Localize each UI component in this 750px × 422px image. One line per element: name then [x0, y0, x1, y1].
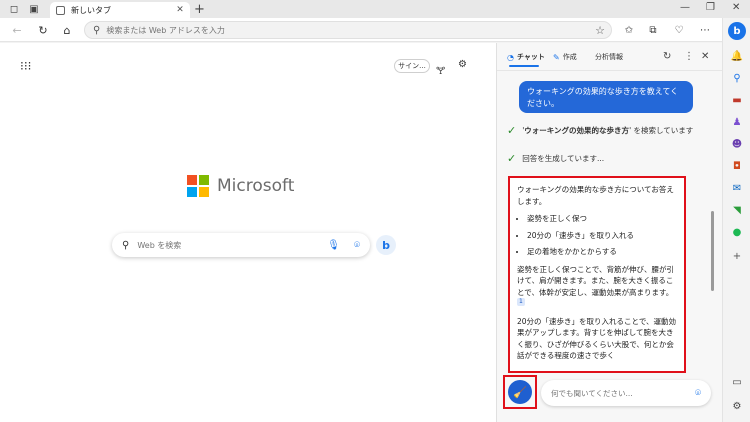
tab-new[interactable]: 新しいタブ ✕: [50, 2, 190, 18]
new-topic-highlight: 🧹: [503, 375, 537, 409]
favorite-star-icon[interactable]: ☆: [595, 24, 605, 37]
logo-text: Microsoft: [217, 176, 295, 196]
broom-icon: 🧹: [513, 385, 527, 399]
refresh-icon[interactable]: ↻: [36, 23, 50, 37]
search-status-tail: を検索しています: [633, 126, 694, 135]
address-bar[interactable]: ⚲ ☆: [84, 21, 612, 39]
sidebar-settings-icon[interactable]: ⚙: [729, 398, 745, 414]
more-menu-icon[interactable]: ⋯: [698, 23, 712, 37]
answer-card: ウォーキングの効果的な歩き方についてお答えします。 姿勢を正しく保つ 20分の「…: [508, 176, 686, 373]
tab-insights-label: 分析情報: [595, 53, 623, 61]
people-icon[interactable]: ☻: [729, 136, 745, 152]
signin-button[interactable]: サイン...: [394, 59, 430, 73]
check-icon: ✓: [507, 124, 517, 137]
address-input[interactable]: [106, 25, 596, 35]
settings-gear-icon[interactable]: ⚙: [458, 59, 467, 70]
outlook-icon[interactable]: ✉: [729, 180, 745, 196]
close-window-icon[interactable]: ✕: [732, 2, 740, 13]
visual-search-icon[interactable]: ⌾: [354, 240, 360, 251]
new-topic-button[interactable]: 🧹: [508, 380, 532, 404]
compose-icon: ✎: [553, 52, 560, 62]
prompt-input[interactable]: [551, 388, 695, 398]
answer-scrollbar[interactable]: [711, 211, 714, 291]
drop-icon[interactable]: ◥: [729, 202, 745, 218]
chat-icon: ◔: [507, 52, 514, 62]
answer-paragraph-2: 20分の「速歩き」を取り入れることで、運動効果がアップします。背すじを伸ばして腕…: [517, 316, 677, 361]
new-tab-plus-icon[interactable]: +: [194, 2, 205, 17]
answer-intro: ウォーキングの効果的な歩き方についてお答えします。: [517, 185, 674, 206]
tab-title: 新しいタブ: [71, 5, 111, 15]
web-search-input[interactable]: [137, 240, 328, 250]
list-item: 姿勢を正しく保つ: [527, 213, 677, 225]
apps-grid-icon[interactable]: ⁝⁝⁝: [20, 59, 31, 73]
tab-compose[interactable]: ✎ 作成: [553, 52, 577, 62]
refresh-chat-icon[interactable]: ↻: [663, 51, 671, 62]
tab-chat[interactable]: ◔ チャット: [507, 52, 545, 62]
check-icon: ✓: [507, 152, 517, 165]
vertical-tabs-icon[interactable]: ▣: [28, 3, 40, 15]
rewards-icon[interactable]: 🝖: [436, 59, 445, 80]
favorites-icon[interactable]: ✩: [622, 23, 636, 37]
web-search-box[interactable]: ⚲ 🎙 ⌾: [112, 233, 370, 257]
copilot-icon[interactable]: b: [728, 22, 746, 40]
user-message: ウォーキングの効果的な歩き方を教えてください。: [519, 81, 693, 113]
active-tab-indicator: [509, 65, 539, 67]
tab-insights[interactable]: 分析情報: [595, 52, 623, 62]
search-status-text: 'ウォーキングの効果的な歩き方' を検索しています: [522, 126, 694, 135]
search-icon: ⚲: [93, 24, 101, 36]
answer-paragraph-1: 姿勢を正しく保つことで、背筋が伸び、腰が引けて、肩が開きます。また、腕を大きく振…: [517, 264, 677, 310]
list-item: 20分の「速歩き」を取り入れる: [527, 230, 677, 242]
profile-icon[interactable]: ◻: [8, 3, 20, 15]
edge-sidebar: b 🔔 ⚲ ▬ ♟ ☻ ◘ ✉ ◥ ● + ▭ ⚙: [722, 18, 750, 422]
answer-list: 姿勢を正しく保つ 20分の「速歩き」を取り入れる 足の着地をかかとからする: [527, 213, 677, 258]
restore-icon[interactable]: ❐: [706, 2, 715, 13]
back-icon[interactable]: ←: [10, 23, 24, 37]
microsoft-logo: Microsoft: [187, 175, 294, 197]
spotify-icon[interactable]: ●: [729, 224, 745, 240]
tab-compose-label: 作成: [562, 53, 577, 61]
tools-icon[interactable]: ▬: [729, 92, 745, 108]
tab-close-icon[interactable]: ✕: [174, 5, 186, 15]
generate-status: ✓ 回答を生成しています...: [507, 153, 604, 164]
microphone-icon[interactable]: 🎙: [327, 240, 340, 251]
bing-chat-button[interactable]: b: [376, 235, 396, 255]
search-status: ✓ 'ウォーキングの効果的な歩き方' を検索しています: [507, 125, 693, 136]
minimize-icon[interactable]: —: [680, 2, 690, 13]
prompt-box[interactable]: ⌾: [541, 380, 711, 406]
sidebar-layout-icon[interactable]: ▭: [729, 374, 745, 390]
games-icon[interactable]: ♟: [729, 114, 745, 130]
search-icon: ⚲: [122, 239, 130, 251]
newtab-favicon-icon: [56, 5, 65, 15]
add-sidebar-app-icon[interactable]: +: [729, 248, 745, 264]
list-item: 足の着地をかかとからする: [527, 246, 677, 258]
sidebar-search-icon[interactable]: ⚲: [729, 70, 745, 86]
copilot-panel: ◔ チャット ✎ 作成 分析情報 ↻ ⋮ ✕ ウォーキングの効果的な歩き方を教え…: [496, 43, 723, 422]
office-icon[interactable]: ◘: [729, 158, 745, 174]
generate-status-text: 回答を生成しています...: [522, 154, 605, 163]
panel-close-icon[interactable]: ✕: [701, 51, 709, 62]
answer-paragraph-1-text: 姿勢を正しく保つことで、背筋が伸び、腰が引けて、肩が開きます。また、腕を大きく振…: [517, 264, 674, 297]
bell-icon[interactable]: 🔔: [729, 48, 745, 64]
search-keyword: ウォーキングの効果的な歩き方: [524, 126, 630, 135]
image-input-icon[interactable]: ⌾: [695, 388, 701, 399]
browser-essentials-icon[interactable]: ♡: [672, 23, 686, 37]
panel-more-icon[interactable]: ⋮: [684, 51, 694, 62]
title-bar: ◻ ▣ 新しいタブ ✕ + — ❐ ✕: [0, 0, 750, 18]
home-icon[interactable]: ⌂: [60, 23, 74, 37]
toolbar: ← ↻ ⌂ ⚲ ☆ ✩ ⧉ ♡ ⋯: [0, 18, 722, 42]
tab-chat-label: チャット: [516, 53, 545, 61]
collections-icon[interactable]: ⧉: [646, 23, 660, 37]
citation-badge[interactable]: 1: [517, 298, 525, 306]
copilot-tabs: ◔ チャット ✎ 作成 分析情報 ↻ ⋮ ✕: [497, 43, 723, 71]
new-tab-page: ⁝⁝⁝ サイン... 🝖 ⚙ Microsoft ⚲ 🎙 ⌾ b: [0, 43, 496, 422]
microsoft-squares-icon: [187, 175, 209, 197]
